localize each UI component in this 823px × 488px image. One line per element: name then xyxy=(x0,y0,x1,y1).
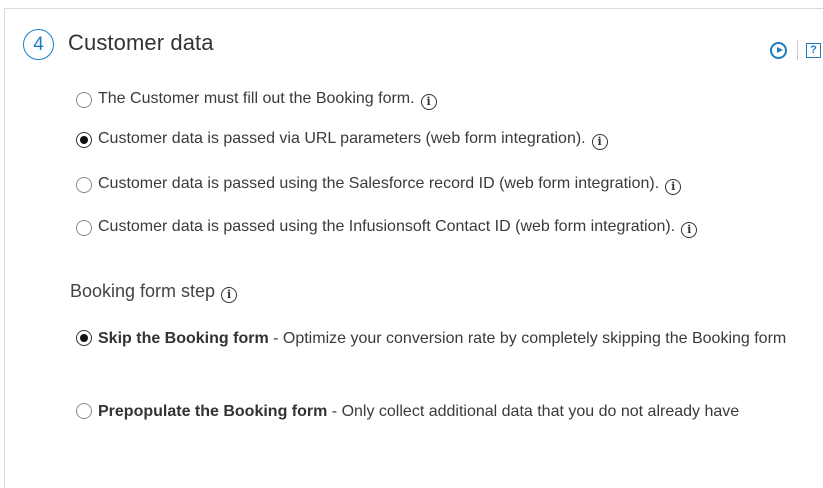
step-number-badge: 4 xyxy=(23,29,54,60)
option-label: Customer data is passed via URL paramete… xyxy=(98,130,586,147)
radio-skip-booking-form[interactable] xyxy=(76,330,92,346)
info-icon[interactable]: i xyxy=(591,133,608,150)
info-icon[interactable]: i xyxy=(681,221,698,238)
info-icon[interactable]: i xyxy=(420,93,437,110)
help-icon[interactable]: ? xyxy=(806,42,821,58)
radio-prepopulate-booking-form[interactable] xyxy=(76,403,92,419)
option-label: The Customer must fill out the Booking f… xyxy=(98,90,415,107)
booking-form-step-label: Booking form step xyxy=(70,281,216,301)
radio-url-parameters[interactable] xyxy=(76,132,92,148)
option-description: - Optimize your conversion rate by compl… xyxy=(268,330,787,347)
section-title: Customer data xyxy=(68,30,214,55)
booking-form-step-heading: Booking form step i xyxy=(70,281,238,303)
info-icon[interactable]: i xyxy=(221,286,238,303)
option-label: Customer data is passed using the Infusi… xyxy=(98,218,676,235)
customer-data-option-fill-form[interactable]: The Customer must fill out the Booking f… xyxy=(76,90,437,110)
booking-option-skip[interactable]: Skip the Booking form - Optimize your co… xyxy=(76,326,796,351)
radio-infusionsoft[interactable] xyxy=(76,220,92,236)
booking-option-prepopulate[interactable]: Prepopulate the Booking form - Only coll… xyxy=(76,399,796,424)
customer-data-option-infusionsoft[interactable]: Customer data is passed using the Infusi… xyxy=(76,218,698,238)
radio-fill-form[interactable] xyxy=(76,92,92,108)
option-label: Customer data is passed using the Salesf… xyxy=(98,175,660,192)
option-title: Prepopulate the Booking form xyxy=(98,403,328,420)
header-tools: ? xyxy=(770,39,821,61)
play-circle-icon[interactable] xyxy=(770,41,787,59)
customer-data-option-url-parameters[interactable]: Customer data is passed via URL paramete… xyxy=(76,130,608,150)
info-icon[interactable]: i xyxy=(665,178,682,195)
tool-divider xyxy=(797,40,798,60)
option-title: Skip the Booking form xyxy=(98,330,269,347)
radio-salesforce[interactable] xyxy=(76,177,92,193)
customer-data-option-salesforce[interactable]: Customer data is passed using the Salesf… xyxy=(76,175,682,195)
option-description: - Only collect additional data that you … xyxy=(327,403,740,420)
